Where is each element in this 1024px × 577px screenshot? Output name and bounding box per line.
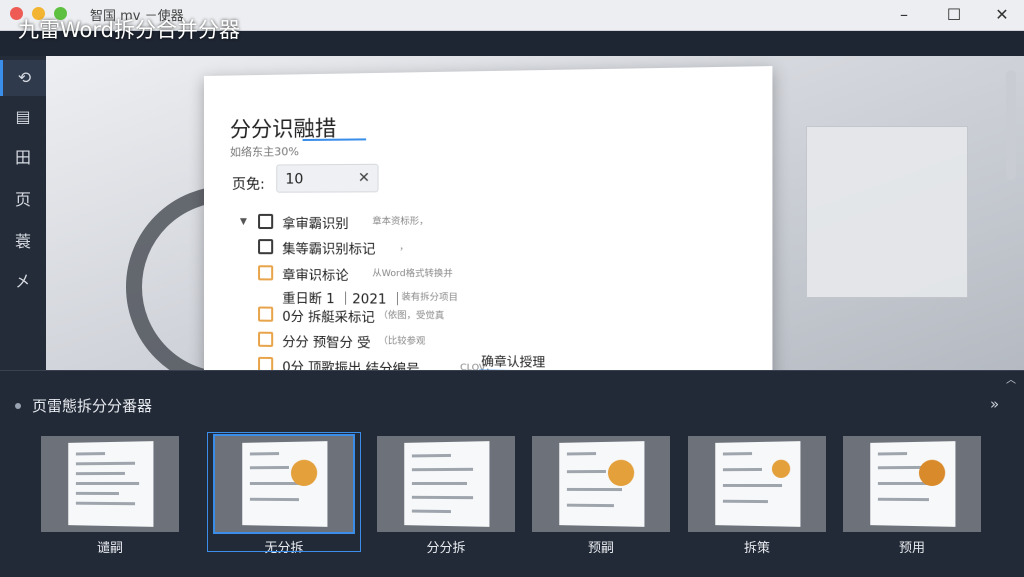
option-checkbox[interactable]	[258, 265, 274, 281]
option-checkbox[interactable]	[258, 213, 274, 230]
section-bullet	[15, 403, 21, 409]
tools-icon: 㐅	[14, 272, 31, 291]
option-description: （比较参观	[378, 336, 426, 348]
selection-frame	[207, 432, 361, 552]
option-label: 0分 拆艇采标记	[282, 309, 375, 326]
option-label: 重日断 1 ｜2021 ｜	[282, 291, 405, 308]
option-checkbox[interactable]	[258, 306, 274, 322]
split-settings-card: 分分识融措 如络东主30% 页免: 10 ✕ ▼ 拿审霸识别 章本资标形， 集等…	[204, 66, 773, 386]
page-icon: 页	[14, 190, 31, 209]
page-count-label: 页免:	[231, 176, 265, 193]
thumbnail-page	[404, 441, 490, 527]
card-subtitle: 如络东主30%	[229, 145, 299, 159]
sidebar: ⟲ ▤ 田 页 蓑 㐅	[0, 56, 46, 370]
sync-icon: ⟲	[17, 68, 32, 87]
option-checkbox[interactable]	[258, 331, 274, 347]
thumbnail-page	[870, 441, 956, 527]
option-label: 拿审霸识别	[282, 216, 349, 233]
thumbnail-page	[68, 441, 154, 527]
template-thumbnail[interactable]	[41, 436, 179, 532]
grid-icon: 田	[14, 148, 31, 167]
template-thumbnail[interactable]	[377, 436, 515, 532]
template-panel: ︿ 页雷態拆分分番器 » 谴嗣 无分拆 分分拆 预嗣 拆策 预用	[0, 370, 1024, 577]
thumbnail-label: 拆策	[743, 541, 770, 556]
thumbnail-label: 预用	[898, 541, 925, 556]
template-thumbnail[interactable]	[843, 436, 981, 532]
thumbnail-label: 预嗣	[587, 541, 614, 556]
title-underline	[302, 138, 367, 142]
option-label: 集等霸识别标记	[282, 242, 376, 258]
background-panel	[806, 126, 968, 298]
minimize-button[interactable]: –	[890, 3, 918, 27]
list-icon: 蓑	[14, 232, 31, 251]
app-title: 九雷Word拆分合并分器	[18, 18, 240, 42]
template-thumbnail[interactable]	[688, 436, 826, 532]
sidebar-item-tools[interactable]: 㐅	[0, 264, 46, 300]
collapse-icon[interactable]: ︿	[1006, 371, 1016, 386]
thumbnail-label: 谴嗣	[96, 541, 123, 556]
option-description: （依图，受觉真	[378, 310, 445, 322]
sidebar-item-page[interactable]: 页	[0, 182, 46, 218]
sidebar-item-document[interactable]: ▤	[0, 99, 46, 135]
clear-icon[interactable]: ✕	[358, 164, 370, 193]
option-checkbox[interactable]	[258, 239, 274, 255]
sidebar-item-grid[interactable]: 田	[0, 140, 46, 176]
option-description: 装有拆分项目	[401, 292, 458, 304]
more-icon[interactable]: »	[990, 395, 999, 413]
option-label: 分分 预智分 受	[282, 334, 371, 352]
panel-title: 页雷態拆分分番器	[32, 397, 153, 415]
sidebar-item-sync[interactable]: ⟲	[0, 60, 46, 96]
vertical-scrollbar[interactable]	[1006, 70, 1016, 180]
option-label: 章审识标论	[282, 268, 349, 284]
template-thumbnail[interactable]	[532, 436, 670, 532]
thumbnail-label: 分分拆	[426, 541, 466, 556]
thumbnail-page	[559, 441, 645, 527]
option-description: 从Word格式转换并	[372, 268, 453, 280]
maximize-button[interactable]: ☐	[940, 3, 968, 27]
thumbnail-page	[715, 441, 801, 527]
expand-caret-icon[interactable]: ▼	[240, 217, 247, 227]
document-icon: ▤	[15, 107, 31, 126]
option-description: ，	[399, 242, 409, 253]
sidebar-item-list[interactable]: 蓑	[0, 224, 46, 260]
option-description: 章本资标形，	[372, 216, 429, 228]
close-button[interactable]: ✕	[988, 3, 1016, 27]
